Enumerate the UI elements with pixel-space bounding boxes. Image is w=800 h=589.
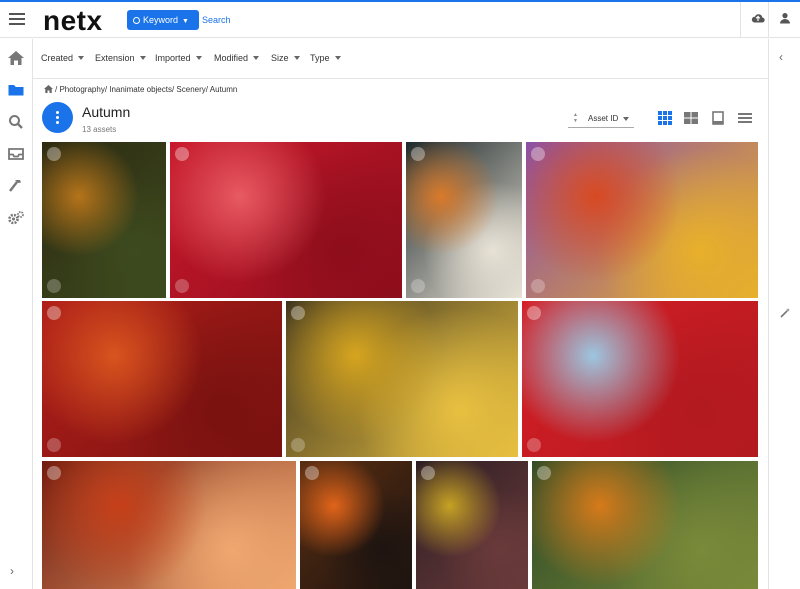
home-icon[interactable] <box>7 50 25 68</box>
quick-action-icon[interactable] <box>47 438 61 452</box>
filter-label: Extension <box>95 53 135 63</box>
asset-thumbnail[interactable] <box>532 461 758 589</box>
quick-action-icon[interactable] <box>531 279 545 293</box>
caret-down-icon <box>139 56 146 60</box>
caret-down-icon <box>253 56 260 60</box>
asset-thumbnail[interactable] <box>42 142 166 298</box>
asset-count: 13 assets <box>82 125 117 134</box>
caret-down-icon <box>78 56 85 60</box>
asset-thumbnail[interactable] <box>416 461 528 589</box>
asset-thumbnail[interactable] <box>42 461 296 589</box>
app-header: netx Keyword ▼ <box>0 2 800 38</box>
filter-label: Created <box>41 53 74 63</box>
filter-label: Imported <box>155 53 191 63</box>
cloud-upload-icon[interactable] <box>750 12 766 28</box>
select-checkbox[interactable] <box>305 466 319 480</box>
filter-label: Type <box>310 53 330 63</box>
list-view-icon[interactable] <box>738 111 752 125</box>
select-checkbox[interactable] <box>47 306 61 320</box>
select-checkbox[interactable] <box>531 147 545 161</box>
magic-wand-icon[interactable] <box>779 307 791 322</box>
asset-thumbnail[interactable] <box>300 461 412 589</box>
asset-thumbnail[interactable] <box>526 142 758 298</box>
keyword-mode-button[interactable]: Keyword ▼ <box>127 10 199 30</box>
select-checkbox[interactable] <box>291 306 305 320</box>
asset-thumbnail[interactable] <box>42 301 282 457</box>
filter-bar: Created Extension Imported Modified Size… <box>33 39 768 79</box>
sort-label: Asset ID <box>588 114 619 123</box>
expand-sidebar-icon[interactable]: › <box>10 564 14 578</box>
caret-down-icon <box>293 56 300 60</box>
grid-view-icon[interactable] <box>658 111 672 125</box>
app-logo[interactable]: netx <box>43 5 103 37</box>
right-rail: ‹ <box>768 39 800 589</box>
quick-action-icon[interactable] <box>527 438 541 452</box>
hammer-icon[interactable] <box>7 178 25 196</box>
filter-created[interactable]: Created <box>41 53 85 63</box>
select-checkbox[interactable] <box>421 466 435 480</box>
chevron-down-icon: ▼ <box>182 18 189 25</box>
breadcrumb: / Photography/ Inanimate objects/ Scener… <box>44 84 237 94</box>
filter-extension[interactable]: Extension <box>95 53 146 63</box>
collection-title: Autumn <box>82 104 131 120</box>
filter-label: Modified <box>214 53 249 63</box>
quick-action-icon[interactable] <box>47 279 61 293</box>
header-divider <box>768 2 769 38</box>
quick-action-icon[interactable] <box>411 279 425 293</box>
left-sidebar: › <box>0 39 33 589</box>
detail-view-icon[interactable] <box>711 111 725 125</box>
keyword-mode-label: Keyword <box>143 15 179 25</box>
sort-select[interactable]: ▲ ▼ Asset ID <box>568 110 634 128</box>
search-input[interactable] <box>202 10 732 30</box>
collection-actions-button[interactable] <box>42 102 73 133</box>
folder-icon[interactable] <box>7 82 25 100</box>
asset-thumbnail[interactable] <box>522 301 758 457</box>
filter-imported[interactable]: Imported <box>155 53 202 63</box>
asset-thumbnail[interactable] <box>170 142 402 298</box>
filter-type[interactable]: Type <box>310 53 341 63</box>
asset-thumbnail[interactable] <box>286 301 518 457</box>
asset-thumbnail[interactable] <box>406 142 522 298</box>
filter-size[interactable]: Size <box>271 53 300 63</box>
home-icon[interactable] <box>44 85 53 93</box>
search-icon[interactable] <box>7 114 25 132</box>
mosaic-view-icon[interactable] <box>684 111 698 125</box>
caret-down-icon <box>195 56 202 60</box>
quick-action-icon[interactable] <box>175 279 189 293</box>
select-checkbox[interactable] <box>47 466 61 480</box>
caret-down-icon <box>334 56 341 60</box>
sort-arrows-icon: ▲ ▼ <box>573 112 578 124</box>
caret-down-icon <box>623 117 629 121</box>
select-checkbox[interactable] <box>527 306 541 320</box>
select-checkbox[interactable] <box>411 147 425 161</box>
settings-icon[interactable] <box>7 210 25 228</box>
select-checkbox[interactable] <box>175 147 189 161</box>
filter-label: Size <box>271 53 289 63</box>
user-icon[interactable] <box>777 12 793 28</box>
quick-action-icon[interactable] <box>291 438 305 452</box>
select-checkbox[interactable] <box>47 147 61 161</box>
search-icon <box>133 17 140 24</box>
header-divider <box>740 2 741 38</box>
breadcrumb-path[interactable]: / Photography/ Inanimate objects/ Scener… <box>55 85 237 94</box>
menu-icon[interactable] <box>9 11 25 27</box>
inbox-icon[interactable] <box>7 146 25 164</box>
collapse-panel-icon[interactable]: ‹ <box>779 50 783 64</box>
select-checkbox[interactable] <box>537 466 551 480</box>
filter-modified[interactable]: Modified <box>214 53 260 63</box>
